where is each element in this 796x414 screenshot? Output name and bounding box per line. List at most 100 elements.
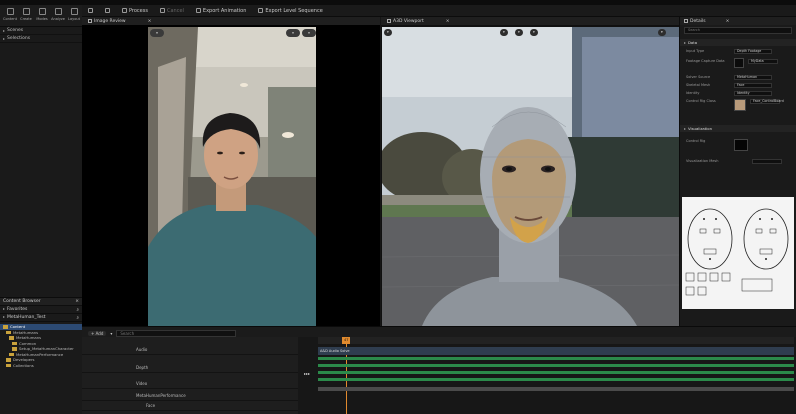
footage-image: [148, 27, 316, 326]
viewport-mode-button[interactable]: ▾: [515, 29, 523, 36]
video-clip-2[interactable]: [318, 378, 794, 381]
scenes-row[interactable]: Scenes: [0, 27, 82, 35]
expand-arrow-icon: [684, 42, 686, 44]
track-performance[interactable]: MetaHumanPerformance: [82, 391, 298, 401]
asset-thumbnail[interactable]: [734, 58, 744, 68]
content-browser-header: Content Browser ×: [0, 298, 82, 306]
export-animation-button[interactable]: Export Animation: [190, 5, 252, 17]
image-icon: [88, 19, 92, 23]
identity-row: Identity Identity: [682, 89, 795, 97]
depth-clip[interactable]: [318, 357, 794, 360]
footage-capture-data-picker[interactable]: MyData: [748, 58, 778, 64]
favorites-row[interactable]: Favorites ⌕: [0, 306, 82, 314]
visualization-mesh-dropdown[interactable]: [752, 158, 782, 164]
folder-icon: [6, 363, 11, 368]
control-rig-swatch[interactable]: [734, 139, 748, 151]
sequencer-search-input[interactable]: Search: [116, 330, 237, 337]
layout-tool-button[interactable]: Layout: [66, 8, 82, 21]
viewport-lighting-button[interactable]: ▾: [530, 29, 538, 36]
expand-arrow-icon: [3, 29, 5, 32]
search-icon[interactable]: ⌕: [76, 307, 79, 313]
camera-footage-frame: [148, 27, 316, 326]
play-controls[interactable]: ▸▸▸: [304, 371, 310, 376]
track-depth[interactable]: Depth: [82, 363, 298, 373]
audio-clip[interactable]: A&D Audio Solve: [318, 347, 794, 355]
folder-icon: [3, 325, 8, 329]
identity-dropdown[interactable]: Identity: [734, 90, 772, 96]
project-row[interactable]: MetaHuman_Test ⌕: [0, 314, 82, 322]
save-button[interactable]: [82, 5, 99, 17]
details-tab[interactable]: Details ×: [680, 17, 796, 25]
control-rig-class-picker[interactable]: Face_ControlBoard: [750, 98, 784, 104]
section-data[interactable]: Data: [680, 39, 796, 46]
expand-arrow-icon: [684, 128, 686, 130]
close-icon[interactable]: ×: [446, 19, 450, 24]
folder-icon: [6, 358, 11, 362]
close-icon[interactable]: ×: [75, 299, 79, 304]
control-rig-row: Control Rig: [682, 137, 795, 153]
input-type-dropdown[interactable]: Depth Footage: [734, 48, 772, 54]
a3d-viewport-tab[interactable]: A3D Viewport ×: [381, 17, 679, 25]
close-icon[interactable]: ×: [148, 19, 152, 24]
content-browser-panel: Content Browser × Favorites ⌕ MetaHuman_…: [0, 297, 82, 414]
sequence-icon: [258, 8, 264, 13]
section-visualization[interactable]: Visualization: [680, 125, 796, 132]
process-button[interactable]: Process: [116, 5, 154, 17]
layout-icon: [70, 8, 78, 15]
viewport-display-button[interactable]: ▾: [658, 29, 666, 36]
folder-icon: [12, 341, 17, 346]
modes-tool-button[interactable]: Modes: [34, 8, 50, 21]
viewport-icon: [387, 19, 391, 23]
skeletal-mesh-dropdown[interactable]: Face: [734, 82, 772, 88]
track-audio[interactable]: Audio: [82, 345, 298, 355]
face-thumbnail[interactable]: [734, 99, 746, 111]
performance-clip[interactable]: [318, 387, 794, 391]
outliner-panel: Scenes Selections: [0, 27, 82, 297]
browse-button[interactable]: [99, 5, 116, 17]
details-search-input[interactable]: Search: [684, 27, 792, 34]
create-tool-button[interactable]: Create: [18, 8, 34, 21]
content-icon: [6, 8, 14, 15]
selections-row[interactable]: Selections: [0, 35, 82, 43]
face-control-board[interactable]: [682, 197, 794, 309]
skeletal-mesh-row: Skeletal Mesh Face: [682, 81, 795, 89]
search-icon[interactable]: ⌕: [76, 315, 79, 321]
solver-source-dropdown[interactable]: MetaHuman: [734, 74, 772, 80]
add-track-button[interactable]: + Add: [88, 331, 107, 336]
footage-capture-data-row: Footage Capture Data MyData: [682, 57, 795, 71]
image-review-camera-button[interactable]: ▾: [286, 29, 300, 37]
folder-icon: [6, 330, 11, 335]
expand-arrow-icon: [3, 316, 5, 318]
details-icon: [684, 19, 688, 23]
track-video[interactable]: Video: [82, 379, 298, 389]
visualization-mesh-row: Visualization Mesh: [682, 157, 795, 169]
image-review-layers-button[interactable]: ▾: [302, 29, 316, 37]
timeline-ruler[interactable]: [318, 337, 794, 344]
cancel-icon: [159, 8, 165, 13]
video-clip[interactable]: [318, 371, 794, 374]
sequencer-timeline[interactable]: 47 A&D Audio Solve ▸▸▸: [298, 337, 796, 414]
content-tool-button[interactable]: Content: [2, 8, 18, 21]
depth-clip-2[interactable]: [318, 364, 794, 367]
playhead-frame-marker[interactable]: 47: [342, 337, 351, 344]
tree-item[interactable]: Collections: [0, 363, 82, 369]
image-review-option-button[interactable]: ▾: [150, 29, 164, 37]
analyze-tool-button[interactable]: Analyze: [50, 8, 66, 21]
folder-icon: [12, 347, 17, 351]
filter-icon[interactable]: ▾: [110, 331, 112, 336]
folder-icon: [9, 352, 14, 357]
control-rig-class-row: Control Rig Class Face_ControlBoard: [682, 97, 795, 113]
viewport-view-button[interactable]: ▾: [500, 29, 508, 36]
track-face[interactable]: Face: [82, 401, 298, 411]
export-icon: [195, 8, 201, 13]
export-level-sequence-button[interactable]: Export Level Sequence: [252, 5, 328, 17]
image-review-tab[interactable]: Image Review ×: [82, 17, 380, 25]
close-icon[interactable]: ×: [726, 19, 730, 24]
solver-source-row: Solver Source MetaHuman: [682, 73, 795, 81]
folder-icon: [9, 336, 14, 340]
viewport-option-button[interactable]: ▾: [384, 29, 392, 36]
cancel-button[interactable]: Cancel: [154, 5, 190, 17]
viewport-3d-scene[interactable]: [382, 27, 679, 326]
expand-arrow-icon: [3, 308, 5, 310]
sequencer-track-list: Audio Depth Video MetaHumanPerformance F…: [82, 337, 298, 414]
